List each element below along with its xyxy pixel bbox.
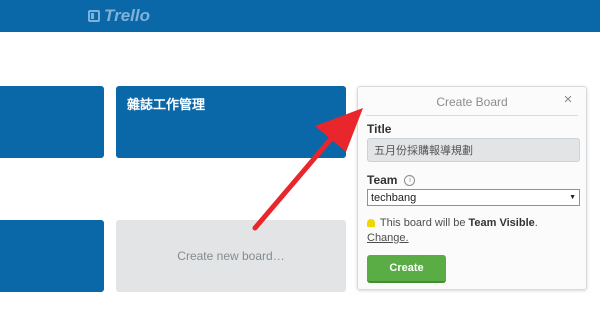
logo-text: Trello <box>104 6 150 25</box>
popover-header: Create Board × <box>366 87 578 116</box>
team-select-value: techbang <box>371 191 417 204</box>
info-icon[interactable]: i <box>404 174 416 186</box>
bell-icon <box>367 219 375 227</box>
create-new-board-tile[interactable]: Create new board… <box>116 220 346 292</box>
board-title-input[interactable] <box>367 138 580 162</box>
create-board-popover: Create Board × Title Team i techbang ▼ T… <box>357 86 587 290</box>
visibility-notice: This board will be Team Visible. Change. <box>367 216 582 246</box>
visibility-prefix: This board will be <box>379 217 466 229</box>
trello-logo[interactable]: Trello <box>88 6 150 25</box>
chevron-down-icon: ▼ <box>569 194 576 201</box>
visibility-suffix: . <box>534 217 538 229</box>
change-visibility-link[interactable]: Change. <box>367 232 409 244</box>
create-button[interactable]: Create <box>367 255 446 283</box>
board-tile-magazine[interactable]: 雜誌工作管理 <box>116 86 346 158</box>
team-select[interactable]: techbang ▼ <box>367 189 580 206</box>
visibility-level: Team Visible <box>468 217 535 229</box>
close-icon[interactable]: × <box>560 92 576 108</box>
top-header-bar: Trello <box>0 0 600 32</box>
board-tile-partial-bottom[interactable] <box>0 220 104 292</box>
team-label-row: Team i <box>367 173 416 187</box>
popover-title: Create Board <box>436 95 508 109</box>
team-label: Team <box>367 173 398 187</box>
trello-board-icon <box>88 10 100 22</box>
create-new-board-label: Create new board… <box>177 249 285 263</box>
board-tile-partial-top[interactable] <box>0 86 104 158</box>
title-label: Title <box>367 122 392 136</box>
board-tile-title: 雜誌工作管理 <box>127 97 206 112</box>
